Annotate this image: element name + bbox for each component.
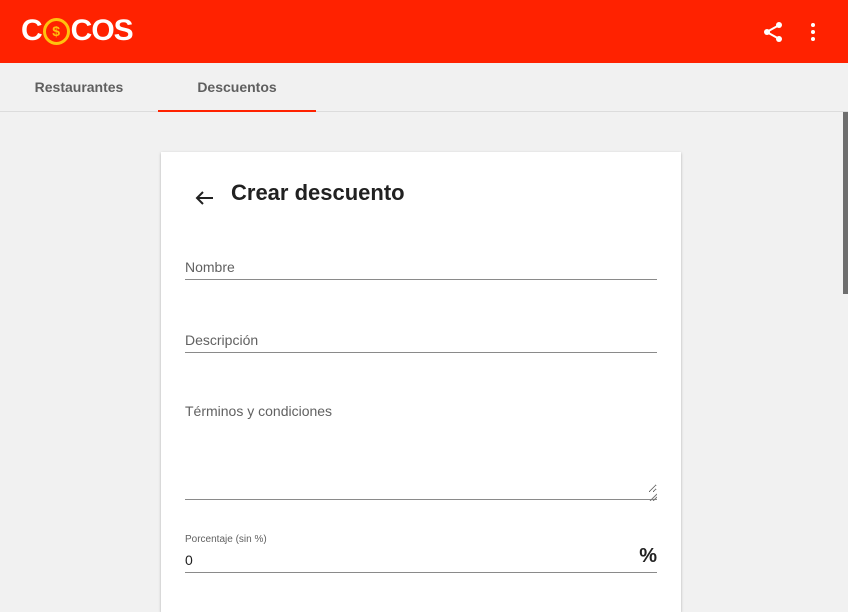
logo-coin-icon: $ [42,17,70,45]
tab-restaurantes-label: Restaurantes [34,79,124,95]
resize-handle-icon[interactable] [649,488,658,502]
tab-bar: Restaurantes Descuentos [0,63,848,112]
tab-descuentos-label: Descuentos [197,79,277,95]
tab-restaurantes[interactable]: Restaurantes [0,63,158,111]
arrow-left-icon[interactable] [193,186,217,210]
tab-descuentos[interactable]: Descuentos [158,63,316,112]
percentage-label-hint: (sin %) [235,534,267,545]
page-title: Crear descuento [231,180,405,205]
percentage-field: Porcentaje (sin %) % [185,530,657,573]
name-input[interactable] [185,255,657,279]
logo-letters-cos: COS [70,14,134,47]
percent-suffix: % [639,545,657,567]
share-icon[interactable] [761,20,785,44]
terms-textarea[interactable] [185,403,657,493]
app-bar: C $ COS [0,0,848,63]
percentage-label-main: Porcentaje [185,534,233,545]
terms-field [185,397,658,502]
logo-letter-c: C [21,14,43,47]
page-scrollbar[interactable] [843,112,848,294]
description-input[interactable] [185,328,657,352]
name-field [185,252,657,280]
description-field [185,325,657,353]
percentage-input[interactable] [185,551,625,569]
create-discount-card: Crear descuento Porcentaje (sin %) % [161,152,681,612]
more-vert-icon[interactable] [801,20,825,44]
cocos-logo[interactable]: C $ COS [21,14,134,47]
logo-coin-symbol: $ [52,23,61,39]
percentage-label: Porcentaje (sin %) [185,534,267,545]
